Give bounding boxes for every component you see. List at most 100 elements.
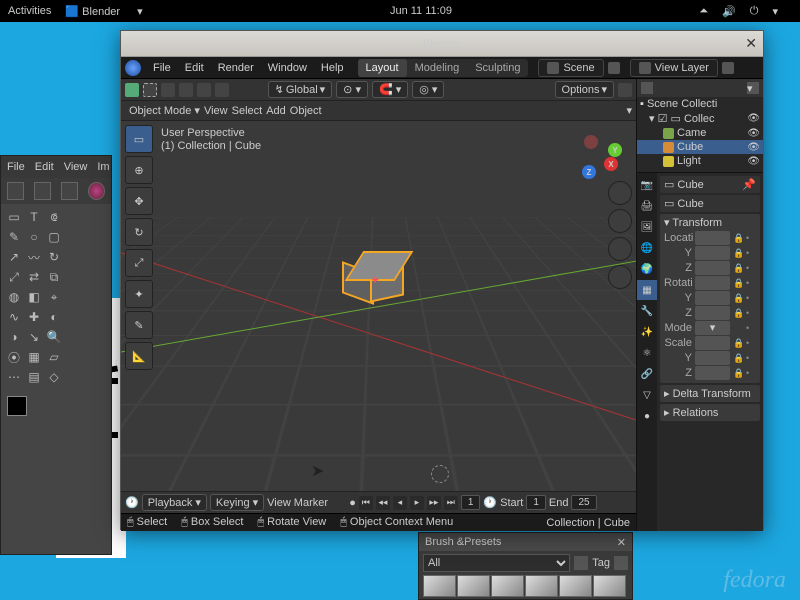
new-scene-icon[interactable]	[608, 62, 620, 74]
appmenu[interactable]: 🟦 Blender ▾	[65, 5, 142, 18]
new-layer-icon[interactable]	[722, 62, 734, 74]
flip-tool-icon[interactable]: ⇄	[25, 268, 43, 286]
start-frame-field[interactable]: 1	[526, 495, 546, 510]
text-tool-icon[interactable]: T	[25, 208, 43, 226]
gizmo-x[interactable]: X	[604, 157, 618, 171]
lock-icon[interactable]: 🔒	[733, 263, 743, 274]
menu-file[interactable]: File	[147, 59, 177, 77]
vp-menu-view[interactable]: View	[204, 105, 228, 117]
menu-render[interactable]: Render	[212, 59, 260, 77]
end-frame-field[interactable]: 25	[571, 495, 596, 510]
activities-button[interactable]: Activities	[8, 5, 51, 17]
gimp-menu-edit[interactable]: Edit	[35, 161, 54, 173]
brush-thumb[interactable]	[593, 575, 626, 597]
overlay-icon[interactable]	[618, 83, 632, 97]
outliner-item-camera[interactable]: Came👁	[637, 126, 763, 140]
select-icon[interactable]	[161, 83, 175, 97]
rot-y-field[interactable]	[695, 291, 730, 305]
eye-icon[interactable]: 👁	[747, 113, 760, 124]
lock-icon[interactable]: 🔒	[733, 278, 743, 289]
proportional-dropdown[interactable]: ◎ ▾	[412, 81, 444, 98]
blender-logo-icon[interactable]	[125, 60, 141, 76]
prop-tab-object-icon[interactable]: ▦	[637, 280, 657, 300]
misc-tool-icon[interactable]: ⋯	[5, 368, 23, 386]
crop-tool-icon[interactable]: ⧉	[45, 268, 63, 286]
clock[interactable]: Jun 11 11:09	[390, 5, 452, 17]
outliner-collection[interactable]: ▾ ☑ ▭ Collec👁	[637, 111, 763, 126]
path-tool-icon[interactable]: ↗	[5, 248, 23, 266]
blur-tool-icon[interactable]: ◐	[45, 308, 63, 326]
brush-tag[interactable]: Tag	[592, 557, 610, 569]
select2-icon[interactable]	[179, 83, 193, 97]
gizmo-z[interactable]: Z	[582, 165, 596, 179]
lock-icon[interactable]: 🔒	[733, 353, 743, 364]
new-icon[interactable]	[7, 182, 24, 200]
pencil-tool-icon[interactable]: ✎	[5, 228, 23, 246]
rot-z-field[interactable]	[695, 306, 730, 320]
keying-dropdown[interactable]: Keying ▾	[210, 494, 264, 511]
loc-y-field[interactable]	[695, 246, 730, 260]
network-icon[interactable]: ⏶	[699, 5, 708, 18]
lock-icon[interactable]: 🔒	[733, 368, 743, 379]
gimp-menu-image[interactable]: Im	[97, 161, 109, 173]
scale-y-field[interactable]	[695, 351, 730, 365]
autokey-icon[interactable]: ●	[349, 497, 356, 509]
vp-menu-object[interactable]: Object	[290, 105, 322, 117]
scale-tool-icon[interactable]: ⤢	[125, 249, 153, 277]
lasso-tool-icon[interactable]: ⟃	[45, 208, 63, 226]
prop-tab-particles-icon[interactable]: ✨	[637, 322, 657, 342]
prop-tab-view-icon[interactable]: 🖼	[637, 217, 657, 237]
eye-icon[interactable]: 👁	[747, 156, 760, 167]
volume-icon[interactable]: 🔊	[722, 5, 736, 18]
grid-view-icon[interactable]	[574, 556, 588, 570]
eye-icon[interactable]: 👁	[747, 128, 760, 139]
select4-icon[interactable]	[215, 83, 229, 97]
cage-tool-icon[interactable]: ▱	[45, 348, 63, 366]
menu-help[interactable]: Help	[315, 59, 350, 77]
open-icon[interactable]	[34, 182, 51, 200]
menu-edit[interactable]: Edit	[179, 59, 210, 77]
playback-dropdown[interactable]: Playback ▾	[142, 494, 207, 511]
orientation-gizmo[interactable]: X Y Z	[574, 133, 622, 181]
vp-menu-select[interactable]: Select	[232, 105, 263, 117]
outliner-scene[interactable]: ▪ Scene Collecti	[637, 97, 763, 111]
rotate-tool-icon[interactable]: ↻	[125, 218, 153, 246]
perspective-icon[interactable]	[608, 265, 632, 289]
jump-start-icon[interactable]: ⏮	[359, 496, 373, 510]
gimp-menu-file[interactable]: File	[7, 161, 25, 173]
close-icon[interactable]: ✕	[745, 35, 757, 52]
eye-icon[interactable]: 👁	[747, 142, 760, 153]
lock-icon[interactable]: 🔒	[733, 248, 743, 259]
transform-tool-icon[interactable]: ✦	[125, 280, 153, 308]
clock-icon[interactable]: 🕐	[483, 496, 497, 509]
lock-icon[interactable]: 🔒	[733, 338, 743, 349]
zoom-icon[interactable]	[608, 181, 632, 205]
menu-window[interactable]: Window	[262, 59, 313, 77]
measure-tool-icon[interactable]: ↘	[25, 328, 43, 346]
blender-titlebar[interactable]: Blender ✕	[121, 31, 763, 57]
zoom-tool-icon[interactable]: 🔍	[45, 328, 63, 346]
delta-transform-panel[interactable]: ▸ Delta Transform	[660, 385, 760, 402]
prop-tab-output-icon[interactable]: 🖨	[637, 196, 657, 216]
scale-z-field[interactable]	[695, 366, 730, 380]
filter-icon[interactable]: ▾	[747, 82, 759, 94]
play-icon[interactable]: ▸	[410, 496, 424, 510]
scale-x-field[interactable]	[695, 336, 730, 350]
brush-thumb[interactable]	[423, 575, 456, 597]
next-key-icon[interactable]: ▸▸	[427, 496, 441, 510]
select-box-tool-icon[interactable]: ▭	[125, 125, 153, 153]
tab-modeling[interactable]: Modeling	[407, 59, 468, 77]
prop-breadcrumb[interactable]: ▭ Cube 📌	[660, 176, 760, 193]
camera-icon[interactable]	[608, 237, 632, 261]
prop-tab-render-icon[interactable]: 📷	[637, 175, 657, 195]
eraser-tool-icon[interactable]: ◧	[25, 288, 43, 306]
light-object-icon[interactable]	[431, 465, 449, 483]
prop-object-name[interactable]: ▭ Cube	[660, 195, 760, 212]
play-rev-icon[interactable]: ◂	[393, 496, 407, 510]
annotate-tool-icon[interactable]: ✎	[125, 311, 153, 339]
outliner-item-cube[interactable]: Cube👁	[637, 140, 763, 154]
tab-sculpting[interactable]: Sculpting	[467, 59, 528, 77]
measure-tool-icon[interactable]: 📐	[125, 342, 153, 370]
rotate-tool-icon[interactable]: ↻	[45, 248, 63, 266]
smudge-tool-icon[interactable]: ∿	[5, 308, 23, 326]
